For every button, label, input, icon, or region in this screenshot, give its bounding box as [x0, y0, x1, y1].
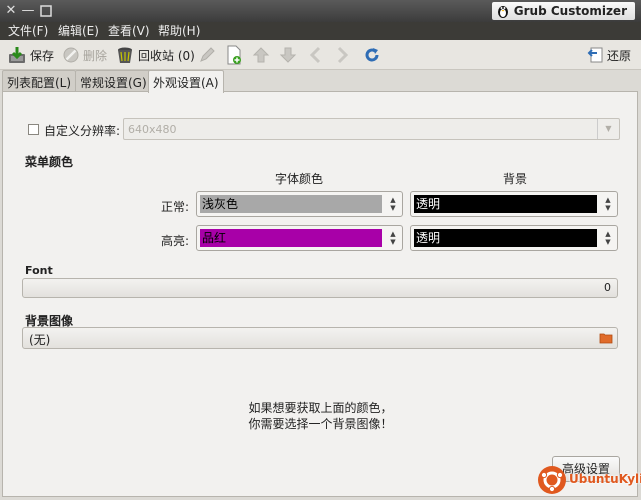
title-bar: ✕ — Grub Customizer	[0, 0, 641, 22]
ubuntukylin-watermark: UbuntuKylin	[536, 464, 641, 496]
highlight-background-color-select[interactable]: 透明 ▲ ▼	[410, 225, 618, 251]
font-color-column-header: 字体颜色	[275, 172, 324, 186]
move-left-button[interactable]	[308, 44, 322, 66]
font-section-title: Font	[25, 264, 53, 277]
highlight-label: 高亮:	[161, 234, 190, 248]
new-document-icon	[227, 45, 241, 65]
font-chooser-button[interactable]: 0	[22, 278, 618, 298]
window-title: Grub Customizer	[491, 2, 635, 20]
tab-general-settings[interactable]: 常规设置(G)	[75, 70, 152, 92]
delete-icon	[63, 47, 79, 63]
pencil-icon	[200, 47, 215, 62]
normal-background-color-swatch: 透明	[414, 195, 597, 213]
recycle-bin-label: 回收站 (0)	[138, 48, 195, 63]
move-up-button[interactable]	[252, 44, 270, 66]
hint-line-1: 如果想要获取上面的颜色，	[248, 401, 393, 415]
maximize-window-icon[interactable]	[38, 3, 54, 19]
delete-label: 删除	[83, 48, 108, 63]
highlight-font-color-select[interactable]: 品红 ▲ ▼	[196, 225, 403, 251]
menu-view[interactable]: 查看(V)	[108, 23, 150, 39]
window-title-text: Grub Customizer	[513, 4, 627, 18]
resolution-value: 640x480	[128, 123, 177, 136]
tab-appearance-settings[interactable]: 外观设置(A)	[148, 70, 224, 93]
ubuntukylin-logo-icon	[538, 466, 566, 494]
close-window-icon[interactable]: ✕	[3, 3, 19, 19]
toolbar: 保存 删除 回收站 (0) 还原	[0, 40, 641, 70]
menu-edit[interactable]: 编辑(E)	[58, 23, 99, 39]
background-image-chooser[interactable]: (无)	[22, 327, 618, 349]
arrow-down-icon	[279, 47, 297, 63]
hint-line-2: 你需要选择一个背景图像！	[248, 417, 393, 431]
menu-file[interactable]: 文件(F)	[8, 23, 48, 39]
normal-font-color-swatch: 浅灰色	[200, 195, 382, 213]
minimize-window-icon[interactable]: —	[20, 3, 36, 19]
menu-help[interactable]: 帮助(H)	[158, 23, 200, 39]
watermark-text: UbuntuKylin	[569, 472, 641, 486]
highlight-font-color-swatch: 品红	[200, 229, 382, 247]
move-down-button[interactable]	[279, 44, 297, 66]
highlight-background-color-swatch: 透明	[414, 229, 597, 247]
save-label: 保存	[30, 48, 55, 63]
normal-font-color-select[interactable]: 浅灰色 ▲ ▼	[196, 191, 403, 217]
custom-resolution-label: 自定义分辨率:	[44, 124, 121, 138]
background-column-header: 背景	[503, 172, 528, 186]
recycle-bin-button[interactable]: 回收站 (0)	[115, 44, 195, 66]
revert-icon	[587, 47, 603, 63]
move-right-button[interactable]	[336, 44, 350, 66]
menu-bar: 文件(F) 编辑(E) 查看(V) 帮助(H)	[0, 22, 641, 40]
custom-resolution-checkbox[interactable]	[28, 124, 39, 135]
menu-colors-title: 菜单颜色	[25, 155, 74, 169]
refresh-button[interactable]	[363, 44, 381, 66]
revert-button[interactable]: 还原	[586, 44, 631, 66]
chevron-right-icon	[337, 46, 349, 64]
trash-icon	[118, 47, 132, 63]
app-penguin-icon	[497, 6, 508, 18]
tab-bar: 列表配置(L) 常规设置(G) 外观设置(A)	[0, 70, 641, 93]
chevron-down-icon: ▼	[597, 119, 619, 139]
spinner-arrows-icon: ▲ ▼	[390, 230, 396, 246]
normal-background-color-select[interactable]: 透明 ▲ ▼	[410, 191, 618, 217]
edit-button[interactable]	[198, 44, 216, 66]
background-image-value: (无)	[29, 333, 51, 347]
arrow-up-icon	[252, 47, 270, 63]
refresh-icon	[365, 48, 379, 62]
chevron-left-icon	[309, 46, 321, 64]
spinner-arrows-icon: ▲ ▼	[605, 196, 611, 212]
font-size-value: 0	[604, 281, 611, 294]
folder-icon	[599, 333, 613, 344]
save-button[interactable]: 保存	[7, 44, 54, 66]
tab-list-config[interactable]: 列表配置(L)	[2, 70, 77, 92]
new-entry-button[interactable]	[225, 44, 243, 66]
revert-label: 还原	[607, 48, 632, 63]
save-icon	[9, 47, 25, 63]
spinner-arrows-icon: ▲ ▼	[605, 230, 611, 246]
spinner-arrows-icon: ▲ ▼	[390, 196, 396, 212]
resolution-select[interactable]: 640x480 ▼	[123, 118, 620, 140]
normal-label: 正常:	[161, 200, 190, 214]
delete-button[interactable]: 删除	[62, 44, 107, 66]
